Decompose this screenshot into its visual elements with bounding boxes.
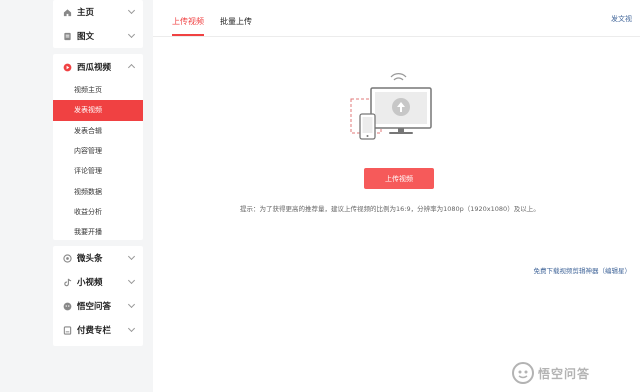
chevron-down-icon <box>127 30 136 39</box>
sidebar-subitem-label: 视频数据 <box>74 187 102 196</box>
download-editor-link[interactable]: 免费下载视频剪辑神器（编辑星） <box>534 265 632 275</box>
home-icon <box>63 8 72 17</box>
wukong-logo-icon <box>512 362 534 384</box>
sidebar-subitem-label: 发表合辑 <box>74 126 102 135</box>
sidebar-subitem-content-management[interactable]: 内容管理 <box>53 141 143 161</box>
sidebar-subitem-publish-collection[interactable]: 发表合辑 <box>53 121 143 141</box>
watermark: 悟空问答 <box>512 362 590 384</box>
upload-video-button[interactable]: 上传视频 <box>364 168 434 189</box>
sidebar-item-label: 图文 <box>77 32 95 42</box>
short-video-icon <box>63 278 72 287</box>
upload-tip: 提示：为了获得更高的推荐量，建议上传视频的比例为16:9，分辨率为1080p（1… <box>240 205 540 213</box>
watermark-text: 悟空问答 <box>538 366 591 381</box>
sidebar-subitem-label: 内容管理 <box>74 147 102 156</box>
sidebar-item-label: 小视频 <box>77 278 103 288</box>
sidebar-subitem-label: 收益分析 <box>74 207 102 216</box>
sidebar-item-short-video[interactable]: 小视频 <box>53 270 143 294</box>
tab-upload-video[interactable]: 上传视频 <box>172 16 204 36</box>
xigua-icon <box>63 63 72 72</box>
sidebar-item-label: 微头条 <box>77 254 103 264</box>
sidebar-subitem-label: 评论管理 <box>74 167 102 176</box>
sidebar-item-micro-headline[interactable]: 微头条 <box>53 246 143 270</box>
chevron-down-icon <box>127 252 136 261</box>
sidebar-group-video: 西瓜视频 视频主页 发表视频 发表合辑 内容管理 评论管理 视频数据 收益分析 … <box>53 54 143 240</box>
sidebar-subitem-revenue-analysis[interactable]: 收益分析 <box>53 202 143 222</box>
sidebar-subitem-publish-video[interactable]: 发表视频 <box>53 100 143 121</box>
chevron-down-icon <box>127 276 136 285</box>
chevron-up-icon <box>127 63 136 72</box>
sidebar-item-label: 悟空问答 <box>77 302 112 312</box>
sidebar-subitem-video-data[interactable]: 视频数据 <box>53 181 143 201</box>
sidebar-item-label: 主页 <box>77 8 95 18</box>
sidebar-group-more: 微头条 小视频 悟空问答 付费专栏 <box>53 246 143 346</box>
sidebar: 主页 图文 西瓜视频 视频主页 发表视频 发表合辑 内容管理 评论管理 视频数据… <box>53 0 143 346</box>
sidebar-subitem-label: 发表视频 <box>74 106 102 115</box>
micro-headline-icon <box>63 253 72 263</box>
main-panel: 上传视频 批量上传 发文视 上传视频 提示：为了获得更高的推荐量，建议上传视频的… <box>153 0 640 392</box>
sidebar-item-label: 西瓜视频 <box>77 63 112 73</box>
sidebar-subitem-comment-management[interactable]: 评论管理 <box>53 161 143 181</box>
tab-batch-upload[interactable]: 批量上传 <box>220 16 252 27</box>
sidebar-subitem-label: 我要开播 <box>74 228 102 237</box>
upload-illustration <box>345 72 435 146</box>
sidebar-item-paid-column[interactable]: 付费专栏 <box>53 318 143 342</box>
sidebar-item-label: 付费专栏 <box>77 326 112 336</box>
sidebar-item-home[interactable]: 主页 <box>53 0 143 24</box>
sidebar-group-top: 主页 图文 <box>53 0 143 48</box>
article-icon <box>63 32 72 41</box>
sidebar-subitem-video-home[interactable]: 视频主页 <box>53 80 143 100</box>
chevron-down-icon <box>127 6 136 15</box>
chevron-down-icon <box>127 324 136 333</box>
publish-album-link[interactable]: 发文视 <box>611 14 632 24</box>
sidebar-item-xigua[interactable]: 西瓜视频 <box>53 54 143 80</box>
paid-column-icon <box>63 325 72 335</box>
sidebar-item-wukong-qa[interactable]: 悟空问答 <box>53 294 143 318</box>
sidebar-subitem-label: 视频主页 <box>74 86 102 95</box>
sidebar-subitem-go-live[interactable]: 我要开播 <box>53 222 143 242</box>
wukong-qa-icon <box>63 302 72 311</box>
sidebar-item-article[interactable]: 图文 <box>53 24 143 48</box>
tab-bar: 上传视频 批量上传 发文视 <box>153 0 640 37</box>
chevron-down-icon <box>127 300 136 309</box>
